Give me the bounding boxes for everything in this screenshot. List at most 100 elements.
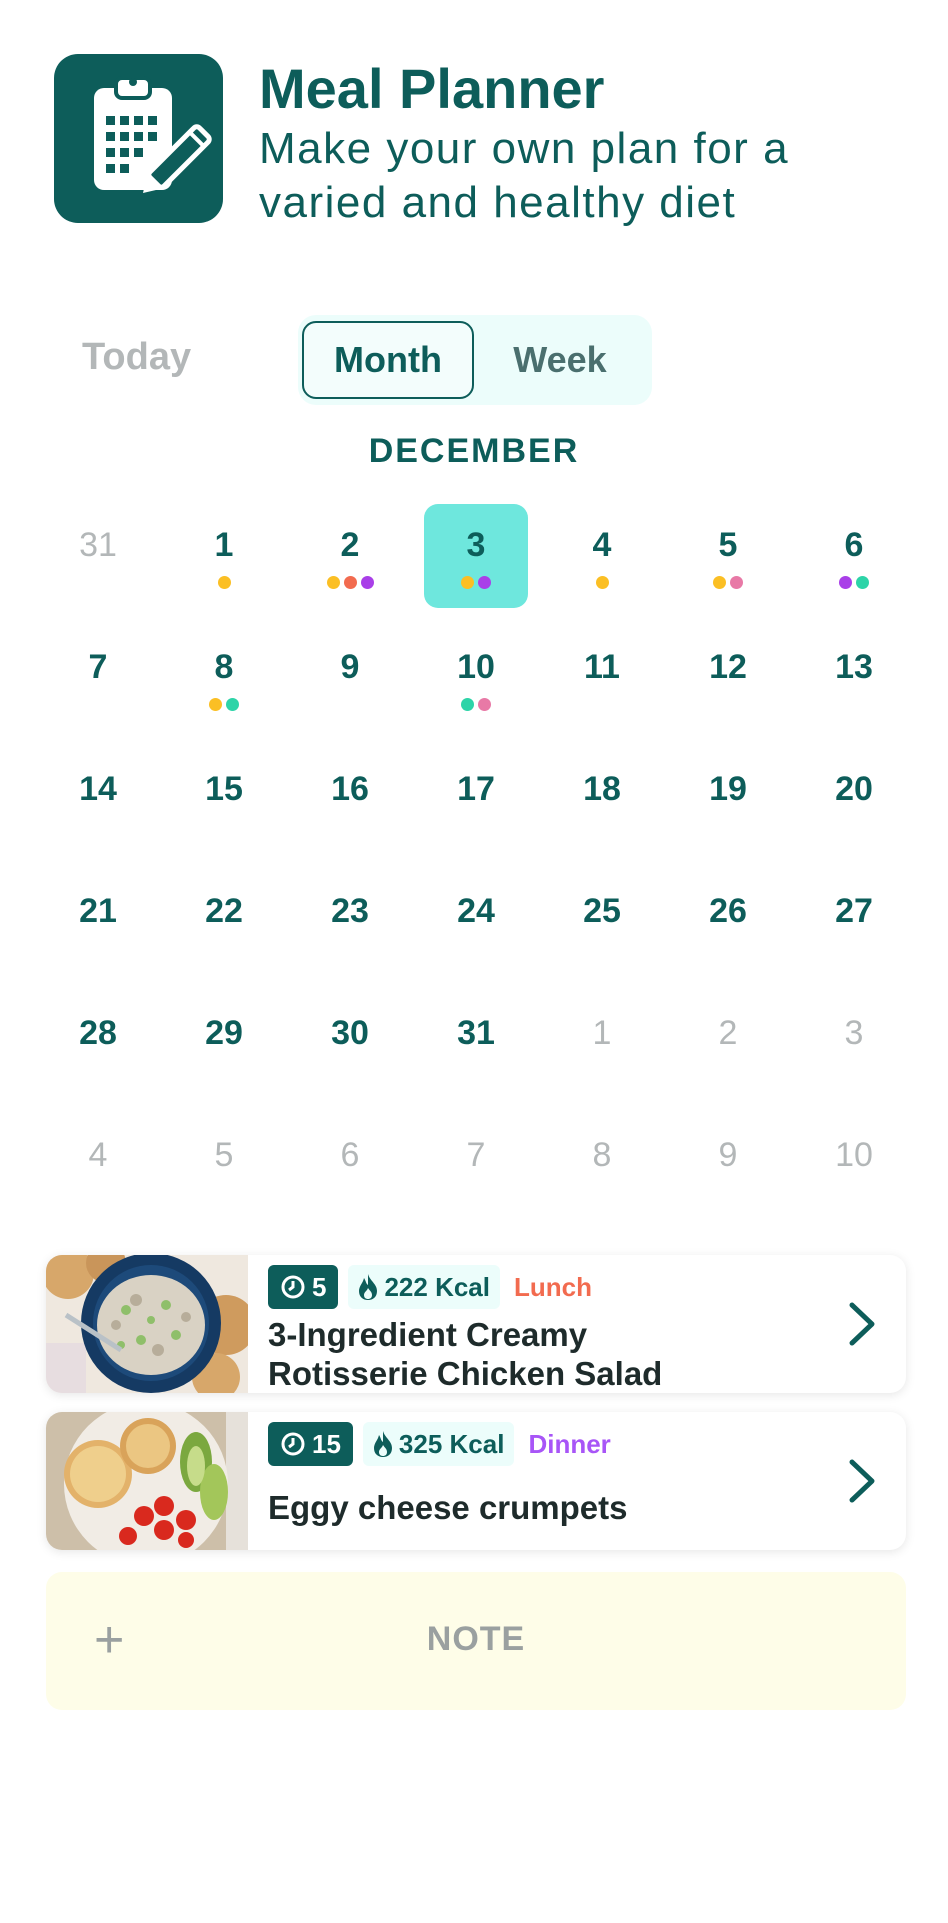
calendar-day[interactable]: 15 — [172, 748, 276, 852]
today-button[interactable]: Today — [82, 336, 191, 379]
calendar-day[interactable]: 4 — [46, 1114, 150, 1218]
calendar-day[interactable]: 31 — [46, 504, 150, 608]
calendar-day[interactable]: 4 — [550, 504, 654, 608]
meal-indicator-dots — [172, 576, 276, 589]
calendar-day[interactable]: 22 — [172, 870, 276, 974]
day-number: 29 — [205, 1014, 243, 1052]
calendar-day[interactable]: 6 — [802, 504, 906, 608]
day-number: 7 — [466, 1136, 486, 1174]
calendar-day[interactable]: 1 — [550, 992, 654, 1096]
calendar-day[interactable]: 24 — [424, 870, 528, 974]
calendar-day[interactable]: 29 — [172, 992, 276, 1096]
meal-dot-pink — [478, 698, 491, 711]
meal-card[interactable]: 15 325 Kcal Dinner Eggy cheese crumpets — [46, 1412, 906, 1550]
meal-type-label: Lunch — [514, 1271, 592, 1302]
calendar-day[interactable]: 31 — [424, 992, 528, 1096]
meal-indicator-dots — [172, 698, 276, 711]
calendar-day[interactable]: 28 — [46, 992, 150, 1096]
calendar-day[interactable]: 30 — [298, 992, 402, 1096]
calendar-day[interactable]: 7 — [46, 626, 150, 730]
day-number: 11 — [584, 648, 620, 686]
chevron-right-icon[interactable] — [842, 1299, 882, 1349]
day-number: 17 — [457, 770, 495, 808]
view-toggle: Month Week — [298, 315, 652, 405]
meal-indicator-dots — [424, 576, 528, 589]
meal-indicator-dots — [676, 576, 780, 589]
calendar-day[interactable]: 2 — [298, 504, 402, 608]
recipe-title: Eggy cheese crumpets — [268, 1488, 808, 1527]
calendar-day[interactable]: 17 — [424, 748, 528, 852]
calendar-day[interactable]: 10 — [424, 626, 528, 730]
day-number: 4 — [88, 1136, 108, 1174]
day-number: 3 — [844, 1014, 864, 1052]
calendar-day[interactable]: 25 — [550, 870, 654, 974]
calendar-day[interactable]: 12 — [676, 626, 780, 730]
app-title: Meal Planner — [259, 57, 605, 120]
app-subtitle: Make your own plan for a varied and heal… — [259, 124, 790, 227]
calendar-week-row: 7 8 9 10 11 12 13 — [46, 626, 928, 748]
calendar-day[interactable]: 9 — [676, 1114, 780, 1218]
day-number: 19 — [709, 770, 747, 808]
calendar-day[interactable]: 5 — [676, 504, 780, 608]
day-number: 22 — [205, 892, 243, 930]
day-number: 21 — [79, 892, 117, 930]
day-number: 20 — [835, 770, 873, 808]
meal-indicator-dots — [802, 576, 906, 589]
meal-card[interactable]: 5 222 Kcal Lunch 3-Ingredient Creamy Rot… — [46, 1255, 906, 1393]
flame-icon — [359, 1274, 378, 1300]
day-number: 8 — [592, 1136, 612, 1174]
week-tab[interactable]: Week — [480, 321, 640, 399]
day-number: 6 — [844, 526, 864, 564]
calendar-day[interactable]: 26 — [676, 870, 780, 974]
meal-indicator-dots — [424, 698, 528, 711]
calendar-day[interactable]: 19 — [676, 748, 780, 852]
calendar-day[interactable]: 10 — [802, 1114, 906, 1218]
recipe-title: 3-Ingredient Creamy Rotisserie Chicken S… — [268, 1315, 808, 1393]
meal-type-label: Dinner — [528, 1428, 611, 1459]
calendar-day[interactable]: 7 — [424, 1114, 528, 1218]
calendar-day[interactable]: 3 — [802, 992, 906, 1096]
calendar-day[interactable]: 23 — [298, 870, 402, 974]
meal-dot-green — [856, 576, 869, 589]
day-number: 27 — [835, 892, 873, 930]
day-number: 23 — [331, 892, 369, 930]
day-number: 28 — [79, 1014, 117, 1052]
day-number: 1 — [214, 526, 234, 564]
day-number: 5 — [214, 1136, 234, 1174]
month-tab[interactable]: Month — [302, 321, 474, 399]
meal-dot-purple — [478, 576, 491, 589]
calendar-day[interactable]: 16 — [298, 748, 402, 852]
chevron-right-icon[interactable] — [842, 1456, 882, 1506]
calendar-week-row: 14 15 16 17 18 19 20 — [46, 748, 928, 870]
meal-indicator-dots — [550, 576, 654, 589]
day-number: 16 — [331, 770, 369, 808]
add-note-button[interactable]: + NOTE — [46, 1572, 906, 1710]
calendar-day[interactable]: 9 — [298, 626, 402, 730]
calendar-day[interactable]: 13 — [802, 626, 906, 730]
meal-dot-green — [461, 698, 474, 711]
meal-indicator-dots — [298, 576, 402, 589]
calendar-week-row: 31 1 2 3 4 5 6 — [46, 504, 928, 626]
calendar-day[interactable]: 21 — [46, 870, 150, 974]
calendar-day[interactable]: 18 — [550, 748, 654, 852]
crumpets-photo — [46, 1412, 248, 1550]
calendar-day[interactable]: 20 — [802, 748, 906, 852]
day-number: 3 — [466, 526, 486, 564]
day-number: 26 — [709, 892, 747, 930]
prep-time-badge: 5 — [268, 1265, 339, 1309]
calendar-day[interactable]: 1 — [172, 504, 276, 608]
calendar-day[interactable]: 27 — [802, 870, 906, 974]
calendar-day[interactable]: 6 — [298, 1114, 402, 1218]
calendar-day[interactable]: 11 — [550, 626, 654, 730]
day-number: 31 — [79, 526, 117, 564]
calendar-day-selected[interactable]: 3 — [424, 504, 528, 608]
calendar-day[interactable]: 5 — [172, 1114, 276, 1218]
day-number: 1 — [592, 1014, 612, 1052]
calendar-day[interactable]: 8 — [172, 626, 276, 730]
meal-dot-purple — [839, 576, 852, 589]
meal-dot-orange — [713, 576, 726, 589]
calendar-day[interactable]: 14 — [46, 748, 150, 852]
calendar-day[interactable]: 2 — [676, 992, 780, 1096]
calendar-day[interactable]: 8 — [550, 1114, 654, 1218]
calories-value: 222 Kcal — [384, 1271, 490, 1302]
